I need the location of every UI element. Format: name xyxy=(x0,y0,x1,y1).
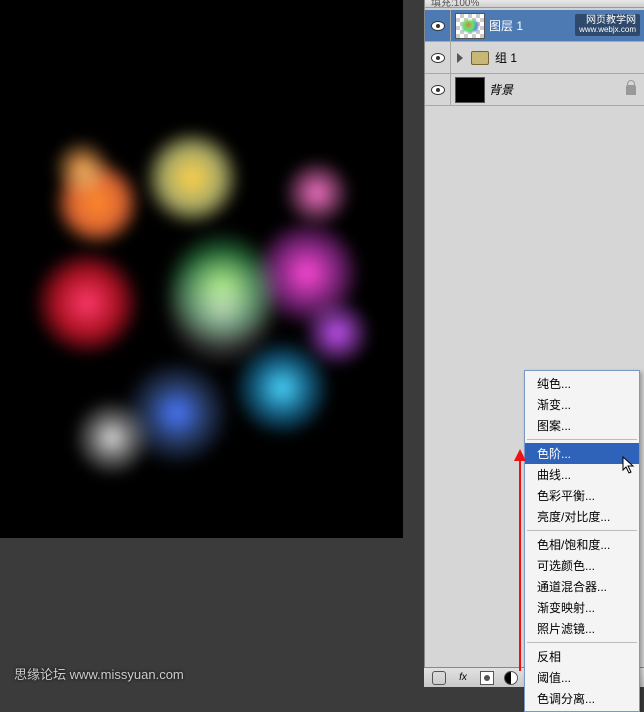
watermark-bottom: 思缘论坛 www.missyuan.com xyxy=(14,664,184,683)
menu-separator xyxy=(527,439,637,440)
folder-icon xyxy=(471,51,489,65)
menu-item-gradient[interactable]: 渐变... xyxy=(525,394,639,415)
cursor-icon xyxy=(622,456,636,474)
menu-item-pattern[interactable]: 图案... xyxy=(525,415,639,436)
fx-icon[interactable]: fx xyxy=(456,671,470,685)
adjustment-layer-icon[interactable] xyxy=(504,671,518,685)
layer-thumbnail[interactable] xyxy=(455,13,485,39)
menu-separator xyxy=(527,642,637,643)
menu-item-brightness-contrast[interactable]: 亮度/对比度... xyxy=(525,506,639,527)
artwork xyxy=(12,98,392,478)
menu-item-hue-saturation[interactable]: 色相/饱和度... xyxy=(525,534,639,555)
layer-row-background[interactable]: 背景 xyxy=(425,74,644,106)
panel-options-row: 填充:100% xyxy=(425,0,644,8)
eye-icon xyxy=(431,53,445,63)
visibility-toggle[interactable] xyxy=(425,74,451,105)
visibility-toggle[interactable] xyxy=(425,42,451,73)
menu-item-color-balance[interactable]: 色彩平衡... xyxy=(525,485,639,506)
document-canvas[interactable] xyxy=(0,0,403,538)
menu-item-posterize[interactable]: 色调分离... xyxy=(525,688,639,709)
menu-item-gradient-map[interactable]: 渐变映射... xyxy=(525,597,639,618)
mask-icon[interactable] xyxy=(480,671,494,685)
menu-item-invert[interactable]: 反相 xyxy=(525,646,639,667)
layer-row-group1[interactable]: 组 1 xyxy=(425,42,644,74)
menu-item-selective-color[interactable]: 可选颜色... xyxy=(525,555,639,576)
menu-item-photo-filter[interactable]: 照片滤镜... xyxy=(525,618,639,639)
menu-separator xyxy=(527,530,637,531)
menu-item-threshold[interactable]: 阈值... xyxy=(525,667,639,688)
visibility-toggle[interactable] xyxy=(425,10,451,41)
adjustment-layer-menu: 纯色... 渐变... 图案... 色阶... 曲线... 色彩平衡... 亮度… xyxy=(524,370,640,712)
layer-thumbnail[interactable] xyxy=(455,77,485,103)
eye-icon xyxy=(431,21,445,31)
eye-icon xyxy=(431,85,445,95)
disclosure-triangle-icon[interactable] xyxy=(457,53,463,63)
link-icon[interactable] xyxy=(432,671,446,685)
canvas-pane: 思缘论坛 www.missyuan.com xyxy=(0,0,403,687)
lock-icon xyxy=(626,85,636,95)
menu-item-solid-color[interactable]: 纯色... xyxy=(525,373,639,394)
watermark-top: 网页教学网 www.webjx.com xyxy=(575,14,640,36)
annotation-arrow xyxy=(519,451,521,671)
layer-name[interactable]: 组 1 xyxy=(495,49,644,66)
menu-item-channel-mixer[interactable]: 通道混合器... xyxy=(525,576,639,597)
layer-name[interactable]: 背景 xyxy=(489,81,626,98)
